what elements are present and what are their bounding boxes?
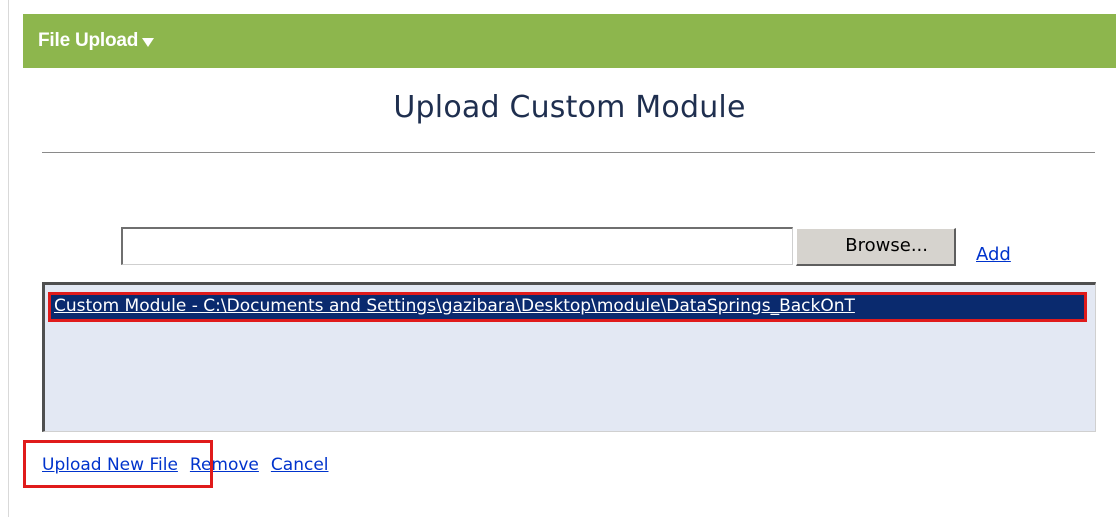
upload-link-highlight-box <box>23 440 213 488</box>
list-item-label: Custom Module - C:\Documents and Setting… <box>54 296 855 316</box>
file-path-input[interactable] <box>121 227 793 265</box>
module-title[interactable]: File Upload <box>38 30 138 52</box>
module-header-bar: File Upload <box>23 14 1116 68</box>
cancel-link[interactable]: Cancel <box>271 455 329 475</box>
title-divider <box>42 152 1095 153</box>
page-title: Upload Custom Module <box>393 90 746 125</box>
browse-button[interactable]: Browse... <box>796 228 956 266</box>
caret-down-icon[interactable] <box>142 37 155 47</box>
list-item[interactable]: Custom Module - C:\Documents and Setting… <box>48 292 1087 322</box>
add-link[interactable]: Add <box>976 244 1011 265</box>
file-listbox[interactable]: Custom Module - C:\Documents and Setting… <box>42 282 1096 432</box>
page: File Upload Upload Custom Module Browse.… <box>0 0 1116 517</box>
left-border-rule <box>8 0 9 517</box>
